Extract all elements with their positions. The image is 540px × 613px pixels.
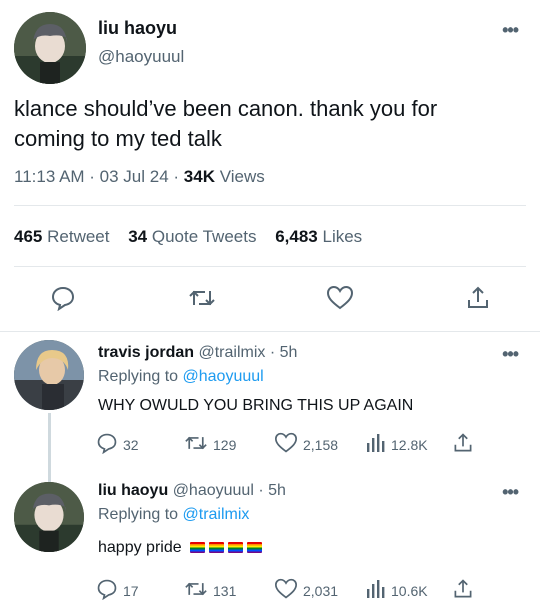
reply-text-body: happy pride bbox=[98, 539, 182, 556]
like-button[interactable]: 2,158 bbox=[274, 432, 338, 457]
retweet-icon bbox=[184, 432, 213, 457]
reply-button[interactable]: 32 bbox=[96, 432, 139, 457]
retweet-icon[interactable] bbox=[188, 285, 215, 311]
avatar[interactable] bbox=[14, 340, 84, 410]
main-tweet: liu haoyu @haoyuuul ••• klance should’ve… bbox=[0, 0, 540, 330]
retweet-button[interactable]: 131 bbox=[184, 578, 236, 603]
replying-to: Replying to @haoyuuul bbox=[98, 368, 264, 386]
reply-text: happy pride bbox=[98, 539, 263, 557]
reply-header: liu haoyu @haoyuuul · 5h bbox=[98, 482, 286, 500]
replying-label: Replying to bbox=[98, 368, 183, 385]
reply-icon bbox=[96, 578, 123, 603]
reply-icon bbox=[96, 432, 123, 457]
user-handle[interactable]: @trailmix bbox=[198, 344, 265, 361]
replying-to: Replying to @trailmix bbox=[98, 506, 249, 524]
share-icon bbox=[452, 578, 479, 603]
retweet-count: 129 bbox=[213, 436, 237, 453]
view-count: 10.6K bbox=[391, 582, 428, 599]
views-count: 34K bbox=[183, 167, 215, 186]
like-button[interactable]: 2,031 bbox=[274, 578, 338, 603]
reply-time[interactable]: · 5h bbox=[265, 344, 298, 361]
rainbow-flag-icon bbox=[247, 542, 263, 553]
like-count: 2,031 bbox=[303, 582, 339, 599]
share-icon[interactable] bbox=[465, 285, 491, 311]
quotes-label: Quote Tweets bbox=[151, 227, 257, 246]
more-options-button[interactable]: ••• bbox=[502, 344, 519, 365]
tweet-timestamp[interactable]: 11:13 AM · 03 Jul 24 · bbox=[14, 167, 184, 186]
avatar[interactable] bbox=[14, 12, 86, 84]
retweets-label: Retweet bbox=[47, 227, 110, 246]
share-icon bbox=[452, 432, 479, 457]
tweet-meta: 11:13 AM · 03 Jul 24 · 34K Views bbox=[14, 167, 265, 187]
divider bbox=[14, 205, 526, 206]
reply-icon[interactable] bbox=[50, 285, 76, 312]
quotes-count: 34 bbox=[128, 227, 148, 246]
views-button[interactable]: 10.6K bbox=[366, 578, 428, 603]
retweet-icon bbox=[184, 578, 213, 603]
reply-time[interactable]: · 5h bbox=[254, 482, 286, 499]
display-name[interactable]: liu haoyu bbox=[98, 482, 168, 499]
retweet-count: 131 bbox=[213, 582, 237, 599]
avatar[interactable] bbox=[14, 482, 84, 552]
share-button[interactable] bbox=[452, 432, 479, 457]
likes-count: 6,483 bbox=[275, 227, 318, 246]
retweets-count: 465 bbox=[14, 227, 43, 246]
reply-text: WHY OWULD YOU BRING THIS UP AGAIN bbox=[98, 397, 414, 414]
reply-tweet: travis jordan @trailmix · 5h ••• Replyin… bbox=[0, 332, 540, 478]
reply-tweet: liu haoyu @haoyuuul · 5h ••• Replying to… bbox=[0, 478, 540, 613]
more-options-button[interactable]: ••• bbox=[502, 482, 519, 503]
replying-label: Replying to bbox=[98, 506, 183, 523]
views-button[interactable]: 12.8K bbox=[366, 432, 428, 457]
user-handle[interactable]: @haoyuuul bbox=[173, 482, 254, 499]
thread-connector bbox=[48, 413, 51, 483]
mention-link[interactable]: @trailmix bbox=[183, 506, 250, 523]
engagement-stats: 465 Retweet 34 Quote Tweets 6,483 Likes bbox=[14, 227, 376, 247]
reply-count: 17 bbox=[123, 582, 139, 599]
divider bbox=[14, 266, 526, 267]
views-label: Views bbox=[214, 167, 265, 186]
likes-label: Likes bbox=[322, 227, 363, 246]
tweet-text: klance should’ve been canon. thank you f… bbox=[14, 96, 438, 151]
retweets-stat[interactable]: 465 Retweet bbox=[14, 227, 109, 246]
share-button[interactable] bbox=[452, 578, 479, 603]
bar-chart-icon bbox=[366, 432, 391, 457]
display-name[interactable]: liu haoyu bbox=[98, 18, 177, 39]
user-handle[interactable]: @haoyuuul bbox=[98, 47, 184, 67]
heart-icon bbox=[274, 578, 303, 603]
like-count: 2,158 bbox=[303, 436, 339, 453]
heart-icon[interactable] bbox=[326, 285, 354, 311]
reply-count: 32 bbox=[123, 436, 139, 453]
reply-button[interactable]: 17 bbox=[96, 578, 139, 603]
rainbow-flag-icon bbox=[209, 542, 225, 553]
view-count: 12.8K bbox=[391, 436, 428, 453]
likes-stat[interactable]: 6,483 Likes bbox=[275, 227, 362, 246]
rainbow-flag-icon bbox=[228, 542, 244, 553]
quotes-stat[interactable]: 34 Quote Tweets bbox=[128, 227, 256, 246]
mention-link[interactable]: @haoyuuul bbox=[183, 368, 264, 385]
rainbow-flag-icon bbox=[190, 542, 206, 553]
more-options-button[interactable]: ••• bbox=[502, 20, 519, 41]
retweet-button[interactable]: 129 bbox=[184, 432, 236, 457]
bar-chart-icon bbox=[366, 578, 391, 603]
reply-header: travis jordan @trailmix · 5h bbox=[98, 344, 297, 362]
display-name[interactable]: travis jordan bbox=[98, 344, 194, 361]
heart-icon bbox=[274, 432, 303, 457]
